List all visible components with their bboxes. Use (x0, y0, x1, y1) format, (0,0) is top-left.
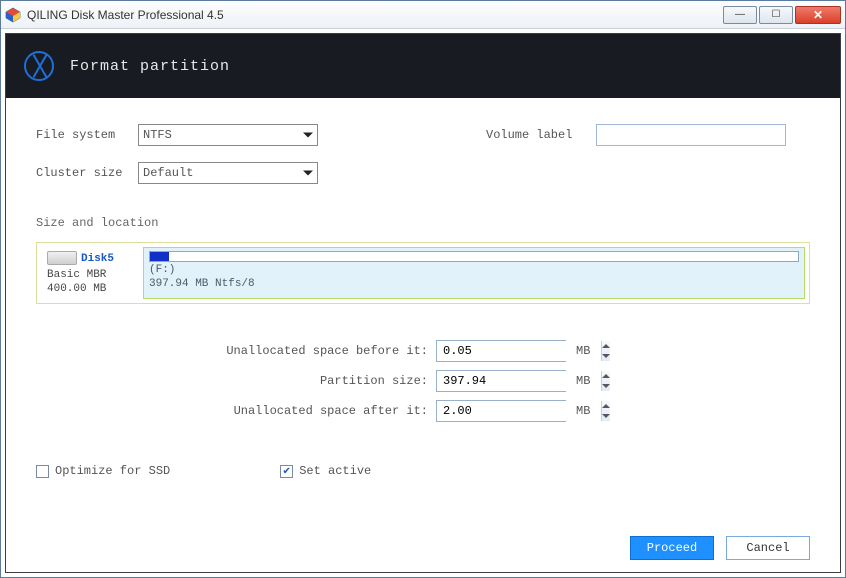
checkbox-icon: ✔ (280, 465, 293, 478)
partition-size-row: Partition size: MB (196, 370, 590, 392)
partition-size-label: Partition size: (196, 374, 436, 388)
maximize-button[interactable]: ☐ (759, 6, 793, 24)
filesystem-value: NTFS (143, 128, 172, 142)
spinner-down-button[interactable] (602, 351, 610, 361)
set-active-checkbox[interactable]: ✔ Set active (280, 464, 371, 478)
partition-detail: 397.94 MB Ntfs/8 (149, 278, 799, 290)
filesystem-label: File system (36, 128, 138, 142)
disk-info: Disk5 Basic MBR 400.00 MB (41, 247, 143, 299)
filesystem-select[interactable]: NTFS (138, 124, 318, 146)
space-after-label: Unallocated space after it: (196, 404, 436, 418)
size-location-heading: Size and location (36, 216, 810, 230)
window-title: QILING Disk Master Professional 4.5 (27, 8, 723, 22)
space-before-row: Unallocated space before it: MB (196, 340, 590, 362)
unit-label: MB (576, 404, 590, 418)
app-icon (5, 7, 21, 23)
volume-label-label: Volume label (486, 128, 596, 142)
window-buttons: — ☐ ✕ (723, 6, 841, 24)
unit-label: MB (576, 374, 590, 388)
app-window: QILING Disk Master Professional 4.5 — ☐ … (0, 0, 846, 578)
set-active-label: Set active (299, 464, 371, 478)
partition-icon (24, 51, 54, 81)
partition-size-spinner[interactable] (436, 370, 566, 392)
cluster-row: Cluster size Default (36, 162, 810, 184)
titlebar: QILING Disk Master Professional 4.5 — ☐ … (1, 1, 845, 29)
checkbox-icon (36, 465, 49, 478)
space-before-label: Unallocated space before it: (196, 344, 436, 358)
options-row: Optimize for SSD ✔ Set active (36, 464, 810, 478)
optimize-ssd-checkbox[interactable]: Optimize for SSD (36, 464, 170, 478)
space-after-spinner[interactable] (436, 400, 566, 422)
dialog-footer: Proceed Cancel (36, 524, 810, 560)
disk-type: Basic MBR (47, 269, 137, 281)
disk-layout: Disk5 Basic MBR 400.00 MB (F:) 397.94 MB… (36, 242, 810, 304)
dialog-content: File system NTFS Volume label Cluster si… (6, 98, 840, 572)
optimize-ssd-label: Optimize for SSD (55, 464, 170, 478)
proceed-button[interactable]: Proceed (630, 536, 714, 560)
spinner-up-button[interactable] (602, 371, 610, 381)
spinner-up-button[interactable] (602, 341, 610, 351)
dialog-body: Format partition File system NTFS Volume… (5, 33, 841, 573)
cancel-button[interactable]: Cancel (726, 536, 810, 560)
minimize-button[interactable]: — (723, 6, 757, 24)
partition-usage-fill (150, 252, 169, 261)
disk-size: 400.00 MB (47, 283, 137, 295)
cluster-value: Default (143, 166, 193, 180)
space-after-row: Unallocated space after it: MB (196, 400, 590, 422)
disk-name: Disk5 (81, 253, 114, 265)
harddisk-icon (47, 251, 77, 265)
cluster-select[interactable]: Default (138, 162, 318, 184)
volume-label-input[interactable] (596, 124, 786, 146)
spinner-down-button[interactable] (602, 381, 610, 391)
space-before-spinner[interactable] (436, 340, 566, 362)
partition-block[interactable]: (F:) 397.94 MB Ntfs/8 (143, 247, 805, 299)
dialog-title: Format partition (70, 58, 230, 75)
partition-letter: (F:) (149, 264, 799, 276)
spinner-up-button[interactable] (602, 401, 610, 411)
form-area: File system NTFS Volume label Cluster si… (36, 124, 810, 184)
dialog-header: Format partition (6, 34, 840, 98)
spinner-down-button[interactable] (602, 411, 610, 421)
size-inputs: Unallocated space before it: MB Partitio… (196, 340, 810, 422)
filesystem-row: File system NTFS Volume label (36, 124, 810, 146)
unit-label: MB (576, 344, 590, 358)
close-button[interactable]: ✕ (795, 6, 841, 24)
partition-usage-bar (149, 251, 799, 262)
chevron-down-icon (303, 171, 313, 176)
cluster-label: Cluster size (36, 166, 138, 180)
chevron-down-icon (303, 133, 313, 138)
